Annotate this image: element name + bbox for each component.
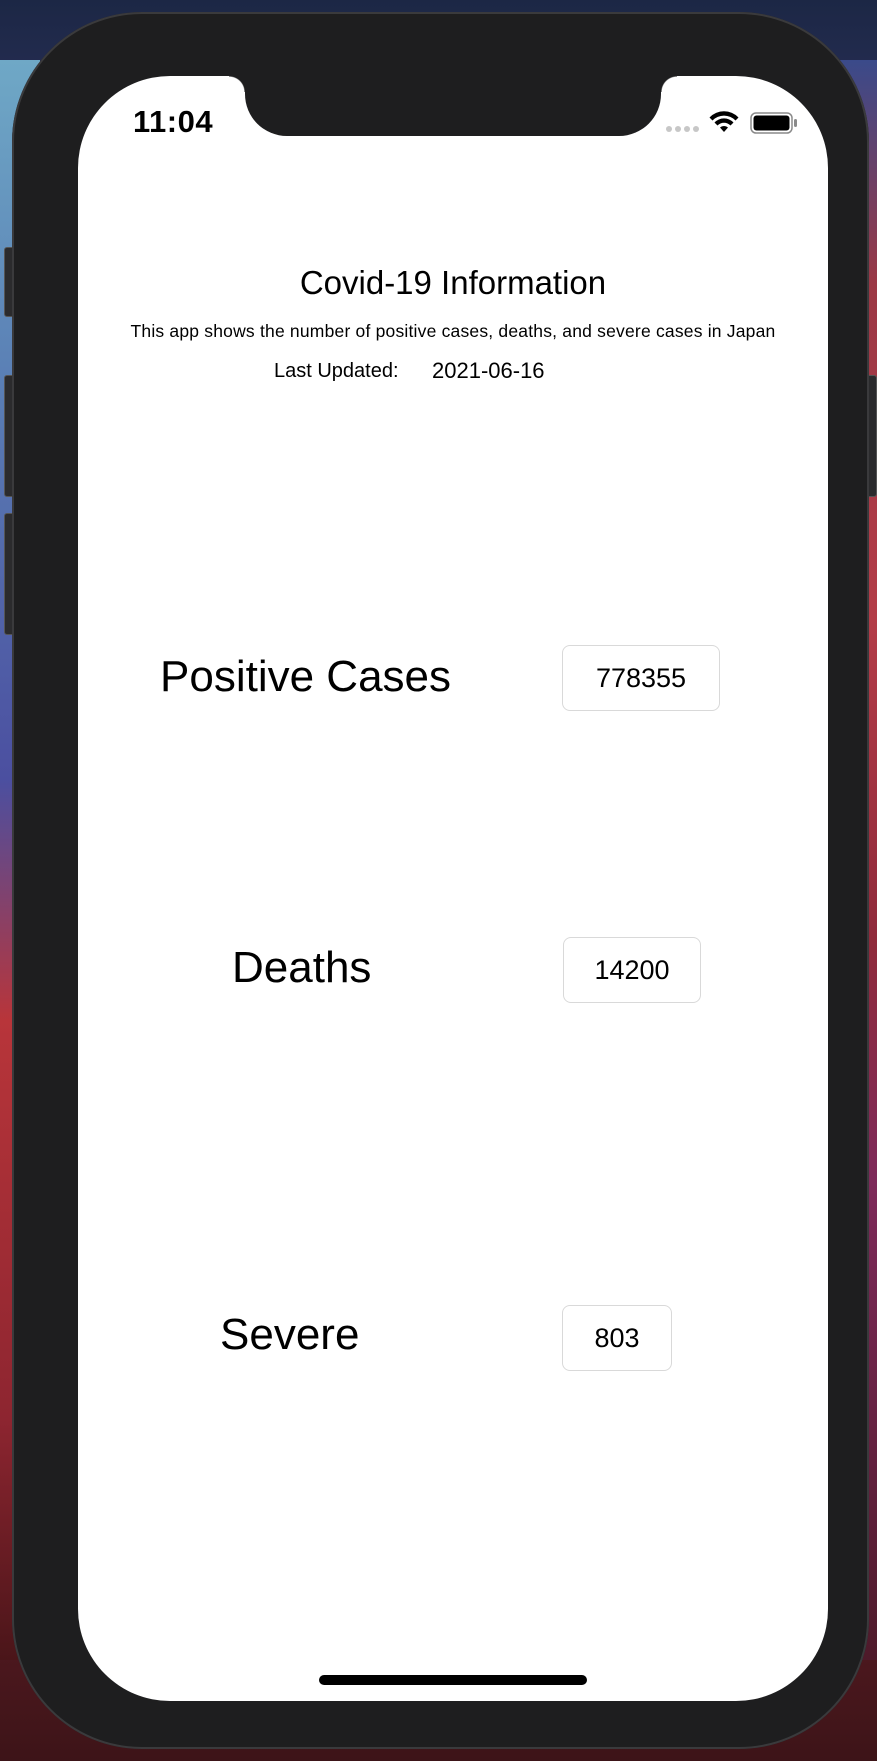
deaths-label: Deaths (232, 943, 372, 992)
wifi-icon (709, 111, 739, 132)
deaths-value: 14200 (563, 937, 701, 1003)
notch (229, 76, 677, 136)
positive-cases-value: 778355 (562, 645, 720, 711)
severe-label: Severe (220, 1310, 360, 1359)
last-updated-label: Last Updated: (274, 360, 399, 382)
home-indicator[interactable] (319, 1675, 587, 1685)
page-title: Covid-19 Information (299, 264, 607, 301)
battery-icon (750, 112, 797, 134)
last-updated-value: 2021-06-16 (432, 358, 545, 383)
severe-value: 803 (562, 1305, 672, 1371)
signal-dots-icon (666, 126, 699, 132)
status-time: 11:04 (133, 104, 214, 139)
page-subtitle: This app shows the number of positive ca… (130, 321, 776, 341)
positive-cases-label: Positive Cases (160, 652, 452, 701)
phone-frame: 11:04 Covid-19 Information This app show… (12, 12, 869, 1749)
app-screen: 11:04 Covid-19 Information This app show… (78, 76, 828, 1701)
